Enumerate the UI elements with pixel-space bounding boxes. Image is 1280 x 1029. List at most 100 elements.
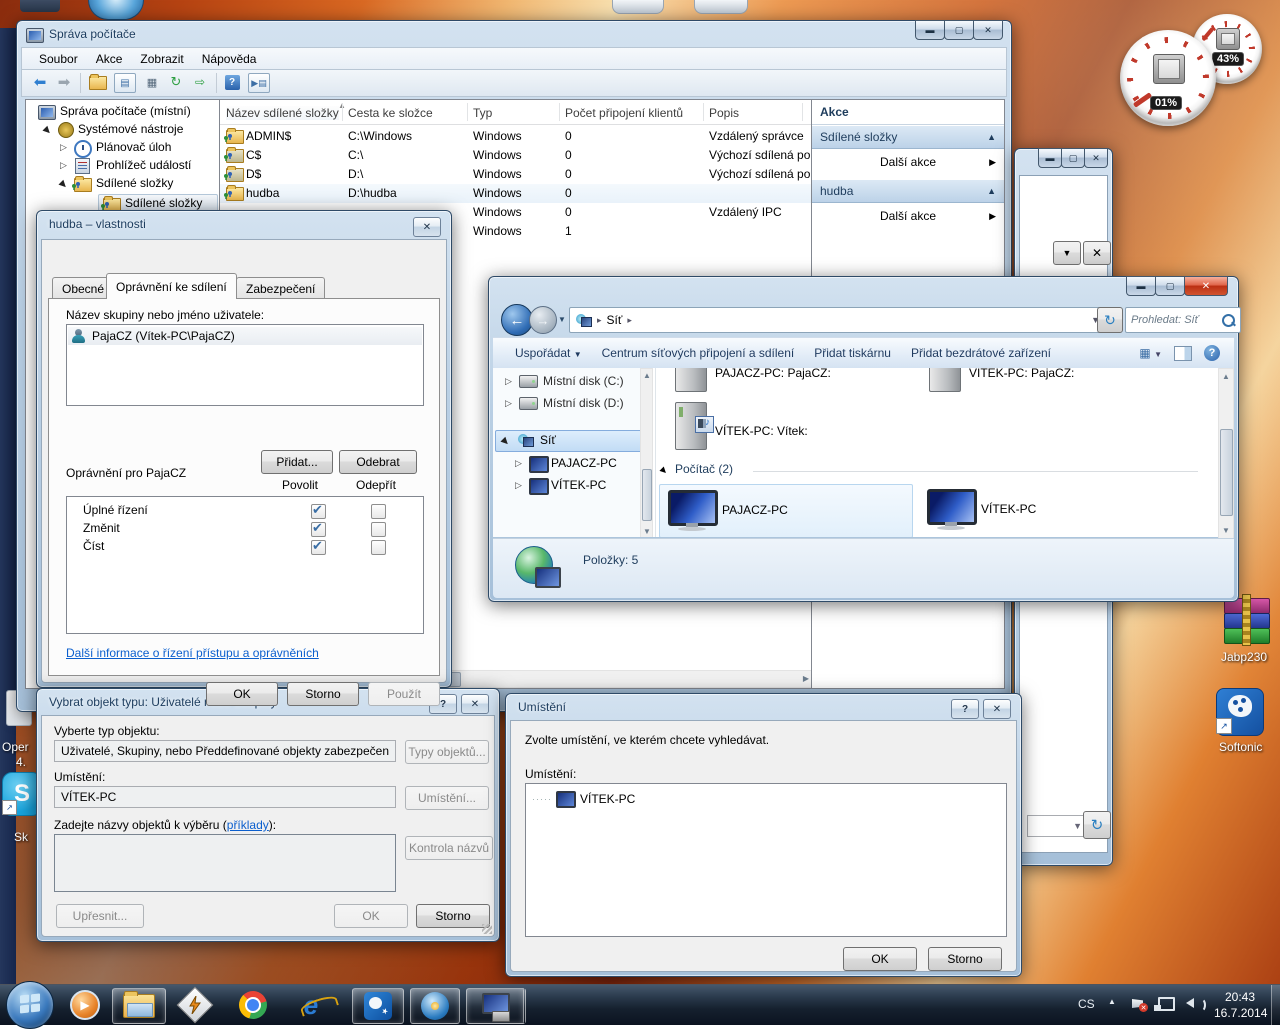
close-small-button[interactable]: ✕ — [1083, 241, 1111, 265]
computer-item-vitek[interactable]: VÍTEK-PC — [919, 484, 1171, 536]
minimize-button[interactable]: ▬ — [915, 20, 945, 40]
tab-opravneni-ke-sdileni[interactable]: Oprávnění ke sdílení — [106, 273, 237, 299]
check-names-button[interactable]: Kontrola názvů — [405, 836, 493, 860]
properties-icon[interactable]: ▦ — [142, 73, 162, 91]
combo-field[interactable]: ▼ — [1027, 815, 1089, 837]
media-device-item[interactable]: VÍTEK-PC: PajaCZ: — [929, 368, 1179, 400]
menu-akce[interactable]: Akce — [87, 49, 132, 69]
ok-button[interactable]: OK — [843, 947, 917, 971]
preview-pane-icon[interactable] — [1174, 346, 1192, 361]
show-action-pane-icon[interactable]: ▶▤ — [248, 73, 270, 93]
group-list-item[interactable]: PajaCZ (Vítek-PC\PajaCZ) — [68, 327, 422, 345]
taskbar-computer-mgmt-button[interactable] — [466, 988, 526, 1024]
help-button[interactable]: ? — [951, 699, 979, 719]
close-button[interactable]: ✕ — [1084, 148, 1108, 168]
volume-tray-icon[interactable] — [1186, 997, 1194, 1011]
minimize-button[interactable]: ▬ — [1126, 276, 1156, 296]
partial-desktop-icon[interactable] — [20, 0, 60, 12]
column-header[interactable]: Cesta ke složce — [348, 106, 433, 120]
computer-item-pajacz[interactable]: PAJACZ-PC — [659, 484, 913, 537]
close-button[interactable]: ✕ — [413, 217, 441, 237]
breadcrumb[interactable]: Síť — [607, 313, 623, 327]
hudba-properties-dialog[interactable]: hudba – vlastnosti ✕ Obecné Oprávnění ke… — [36, 210, 452, 688]
partial-desktop-icon[interactable] — [612, 0, 664, 14]
forward-icon[interactable]: ➡ — [54, 73, 74, 91]
deny-checkbox[interactable] — [371, 522, 386, 537]
media-device-item[interactable]: VÍTEK-PC: Vítek: — [675, 402, 925, 458]
column-header[interactable]: Typ — [473, 106, 492, 120]
action-item-more-actions[interactable]: Další akce ▶ — [812, 152, 1004, 172]
help-icon[interactable]: ? — [222, 73, 242, 91]
maximize-button[interactable]: ▢ — [1155, 276, 1185, 296]
tab-obecne[interactable]: Obecné — [52, 277, 114, 299]
column-header[interactable]: Název sdílené složky — [226, 106, 339, 120]
show-desktop-button[interactable] — [1271, 985, 1280, 1025]
taskbar-blue-sphere-button[interactable] — [410, 988, 460, 1024]
remove-button[interactable]: Odebrat — [339, 450, 417, 474]
nav-item-disk-d[interactable]: ▷Místní disk (D:) — [493, 394, 653, 414]
action-center-icon[interactable]: ✕ — [1132, 997, 1143, 1011]
menu-zobrazit[interactable]: Zobrazit — [131, 49, 192, 69]
nav-item-disk-c[interactable]: ▷Místní disk (C:) — [493, 372, 653, 392]
organize-menu[interactable]: Uspořádat ▼ — [505, 346, 592, 360]
ok-button[interactable]: OK — [334, 904, 408, 928]
partial-desktop-icon[interactable] — [694, 0, 748, 14]
cancel-button[interactable]: Storno — [287, 682, 359, 706]
select-object-dialog[interactable]: Vybrat objekt typu: Uživatelé nebo Skupi… — [36, 688, 500, 942]
menu-napoveda[interactable]: Nápověda — [193, 49, 266, 69]
close-button[interactable]: ✕ — [461, 694, 489, 714]
dropdown-button[interactable]: ▼ — [1053, 241, 1081, 265]
help-icon[interactable]: ? — [1204, 345, 1220, 361]
export-icon[interactable]: ⇨ — [190, 73, 210, 91]
allow-checkbox[interactable] — [311, 540, 326, 555]
tab-zabezpeceni[interactable]: Zabezpečení — [236, 277, 325, 299]
deny-checkbox[interactable] — [371, 504, 386, 519]
refresh-button[interactable]: ↻ — [1083, 811, 1111, 839]
maximize-button[interactable]: ▢ — [944, 20, 974, 40]
taskbar-ie-button[interactable]: e — [290, 988, 332, 1022]
refresh-button[interactable]: ↻ — [1097, 307, 1123, 333]
action-group-shared-folders[interactable]: Sdílené složky ▲ — [812, 126, 1004, 149]
taskbar-chrome-button[interactable] — [232, 988, 274, 1022]
views-icon[interactable]: ▦ ▼ — [1139, 346, 1162, 360]
start-button[interactable] — [6, 981, 54, 1029]
show-console-tree-icon[interactable]: ▤ — [114, 73, 136, 93]
column-header[interactable]: Popis — [709, 106, 739, 120]
search-icon[interactable] — [1222, 314, 1235, 327]
action-item-more-actions[interactable]: Další akce ▶ — [812, 206, 1004, 226]
media-device-item[interactable]: PAJACZ-PC: PajaCZ: — [675, 368, 925, 400]
permissions-list[interactable]: Úplné řízení Změnit Číst — [66, 496, 424, 634]
close-button[interactable]: ✕ — [983, 699, 1011, 719]
table-row[interactable]: hudba D:\hudba Windows 0 — [220, 184, 812, 203]
add-printer-button[interactable]: Přidat tiskárnu — [804, 346, 901, 360]
group-list[interactable]: PajaCZ (Vítek-PC\PajaCZ) — [66, 324, 424, 406]
up-folder-icon[interactable] — [88, 74, 108, 92]
group-collapse-icon[interactable]: ▶ — [659, 465, 670, 476]
nav-item-vitek-pc[interactable]: ▷VÍTEK-PC — [493, 476, 653, 496]
tree-item-vitek-pc[interactable]: ····· VÍTEK-PC — [532, 790, 635, 808]
nav-scrollbar[interactable]: ▲ ▼ — [640, 368, 653, 537]
add-button[interactable]: Přidat... — [261, 450, 333, 474]
column-header[interactable]: Počet připojení klientů — [565, 106, 683, 120]
locations-dialog[interactable]: Umístění ? ✕ Zvolte umístění, ve kterém … — [505, 693, 1022, 977]
minimize-button[interactable]: ▬ — [1038, 148, 1062, 168]
clock[interactable]: 20:43 16.7.2014 — [1214, 989, 1266, 1021]
location-tree[interactable]: ····· VÍTEK-PC — [525, 783, 1007, 937]
taskbar-winamp-button[interactable] — [174, 988, 216, 1022]
maximize-button[interactable]: ▢ — [1061, 148, 1085, 168]
deny-checkbox[interactable] — [371, 540, 386, 555]
address-bar[interactable]: ▸ Síť ▸ ▼ — [569, 307, 1107, 333]
table-row[interactable]: C$ C:\ Windows 0 Výchozí sdílená pol — [220, 146, 812, 165]
locations-button[interactable]: Umístění... — [405, 786, 489, 810]
access-control-help-link[interactable]: Další informace o řízení přístupu a oprá… — [66, 646, 319, 660]
table-row[interactable]: ADMIN$ C:\Windows Windows 0 Vzdálený spr… — [220, 127, 812, 146]
show-hidden-icons-chevron[interactable]: ▲ — [1108, 997, 1116, 1006]
close-button[interactable]: ✕ — [973, 20, 1003, 40]
allow-checkbox[interactable] — [311, 522, 326, 537]
content-scrollbar[interactable]: ▲ ▼ — [1218, 368, 1234, 539]
cancel-button[interactable]: Storno — [928, 947, 1002, 971]
nav-item-pajacz-pc[interactable]: ▷PAJACZ-PC — [493, 454, 653, 474]
add-wireless-device-button[interactable]: Přidat bezdrátové zařízení — [901, 346, 1061, 360]
examples-link[interactable]: příklady — [227, 818, 269, 832]
compass-icon[interactable] — [88, 0, 144, 20]
